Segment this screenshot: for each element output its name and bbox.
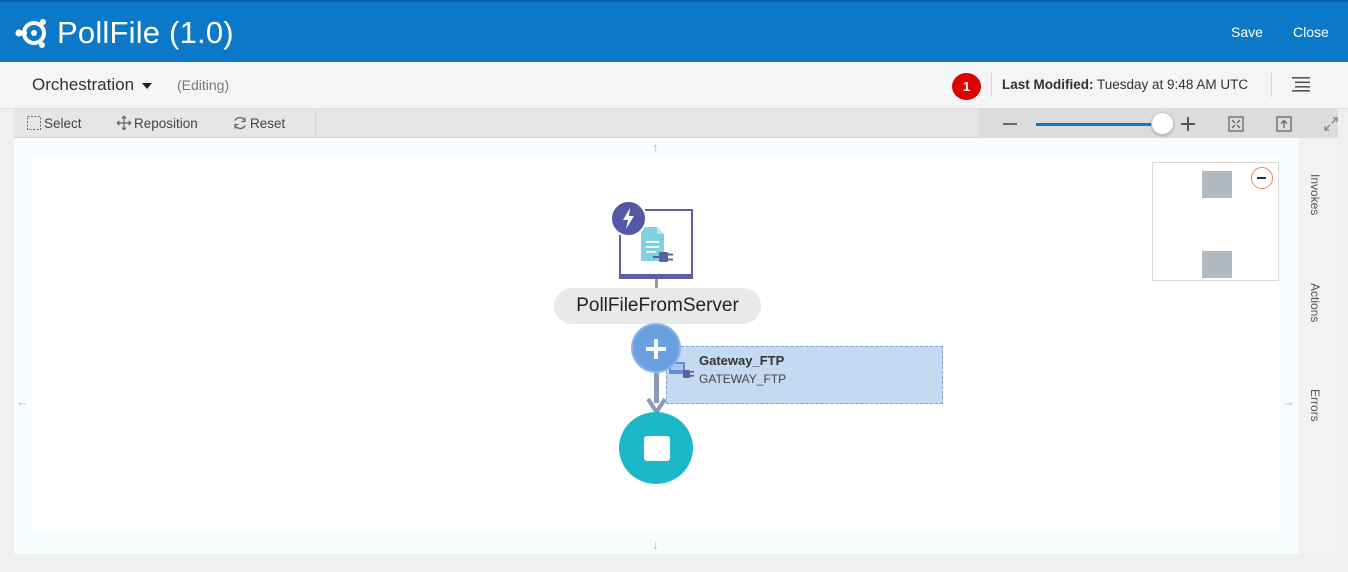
minimap-node <box>1202 251 1232 278</box>
minimap-node <box>1202 171 1232 198</box>
view-selector[interactable]: Orchestration <box>32 75 153 95</box>
lightning-bolt-icon <box>623 208 634 229</box>
add-action-button[interactable] <box>631 323 681 373</box>
app-header: PollFile (1.0) Save Close <box>0 0 1348 62</box>
connection-identifier: GATEWAY_FTP <box>699 372 787 386</box>
zoom-slider-handle[interactable] <box>1151 112 1174 135</box>
select-button[interactable]: Select <box>26 115 82 131</box>
trigger-node-label[interactable]: PollFileFromServer <box>554 288 761 324</box>
reset-label: Reset <box>250 115 286 131</box>
fit-to-screen-icon[interactable] <box>1226 114 1246 134</box>
mode-label: (Editing) <box>177 77 230 93</box>
error-count-badge[interactable]: 1 <box>952 73 981 100</box>
move-arrows-icon <box>116 115 132 131</box>
marquee-select-icon <box>27 116 41 130</box>
reset-button[interactable]: Reset <box>232 115 285 131</box>
last-modified-value: Tuesday at 9:48 AM UTC <box>1097 77 1249 92</box>
connection-name: Gateway_FTP <box>699 353 785 368</box>
zoom-slider-track[interactable] <box>1036 123 1164 126</box>
minimap[interactable] <box>1152 162 1279 281</box>
hamburger-menu-icon[interactable] <box>1292 76 1310 92</box>
zoom-in-icon[interactable] <box>1178 114 1198 134</box>
sub-header: Orchestration (Editing) 1 Last Modified:… <box>0 62 1348 109</box>
tab-actions[interactable]: Actions <box>1308 283 1322 322</box>
last-modified-label: Last Modified: <box>1002 77 1094 92</box>
last-modified: Last Modified: Tuesday at 9:48 AM UTC <box>1002 77 1248 92</box>
integration-icon <box>15 19 46 48</box>
divider <box>991 73 992 97</box>
pan-left-arrow[interactable]: ← <box>16 394 29 409</box>
reposition-button[interactable]: Reposition <box>116 115 198 131</box>
pan-right-arrow[interactable]: → <box>1282 394 1295 409</box>
divider <box>315 111 316 136</box>
bolt-icon[interactable] <box>610 200 647 237</box>
view-selector-label: Orchestration <box>32 75 135 94</box>
canvas-toolbar: Select Reposition Reset <box>14 109 1338 138</box>
stop-icon <box>644 436 670 461</box>
tab-errors[interactable]: Errors <box>1308 389 1322 422</box>
app-title: PollFile (1.0) <box>57 15 234 50</box>
divider <box>1271 73 1272 97</box>
zoom-out-icon[interactable] <box>1000 114 1020 134</box>
reposition-label: Reposition <box>134 115 198 131</box>
zoom-controls <box>978 109 1338 138</box>
fullscreen-icon[interactable] <box>1321 114 1341 134</box>
end-node[interactable] <box>619 412 693 484</box>
pan-down-arrow[interactable]: ↓ <box>652 537 659 552</box>
actual-size-icon[interactable] <box>1274 114 1294 134</box>
refresh-icon <box>234 116 246 130</box>
tab-invokes[interactable]: Invokes <box>1308 174 1322 215</box>
save-button[interactable]: Save <box>1231 24 1263 40</box>
select-label: Select <box>44 115 82 131</box>
collapse-minimap-icon[interactable] <box>1251 167 1273 189</box>
chevron-down-icon <box>142 82 153 89</box>
close-button[interactable]: Close <box>1293 24 1329 40</box>
pan-up-arrow[interactable]: ↑ <box>652 140 659 155</box>
